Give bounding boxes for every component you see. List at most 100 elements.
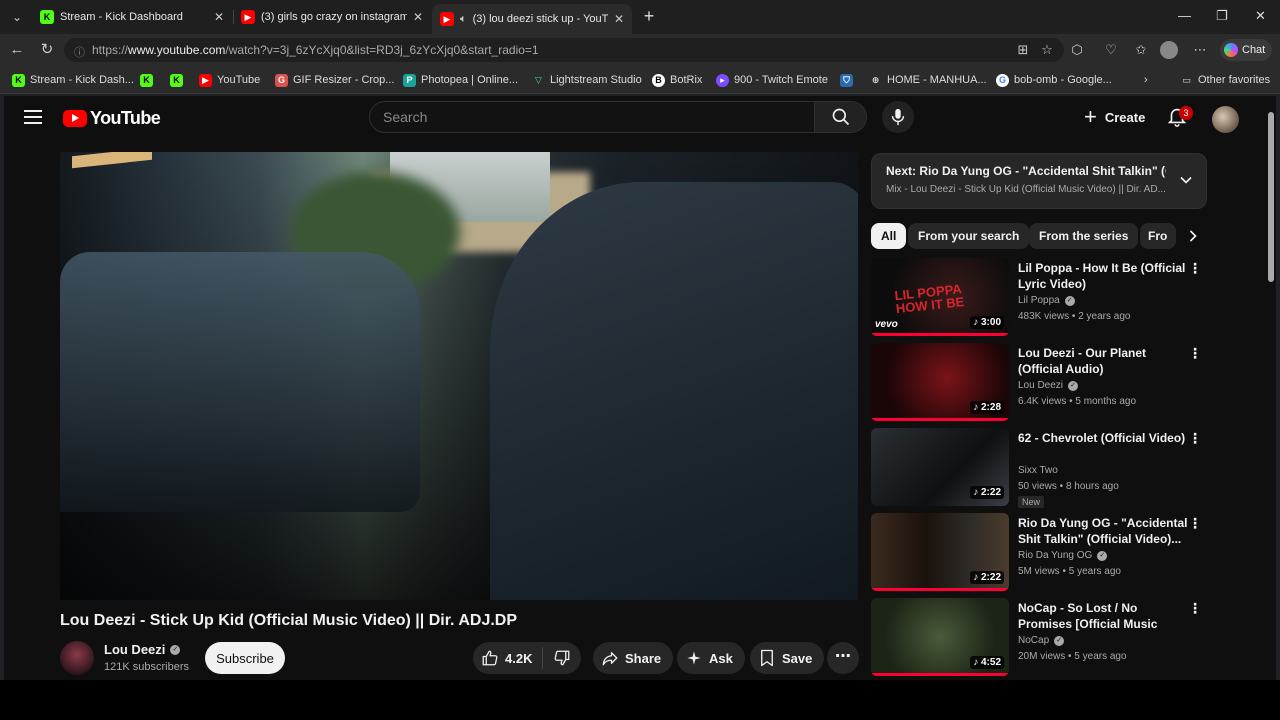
kebab-menu-icon[interactable]: ⋮ xyxy=(1187,601,1203,618)
new-tab-button[interactable]: + xyxy=(640,6,658,28)
favorites-icon[interactable]: ✩ xyxy=(1132,42,1150,58)
video-thumbnail[interactable]: ♪ 2:22 xyxy=(871,513,1009,591)
search-button[interactable] xyxy=(815,101,867,133)
user-avatar[interactable] xyxy=(1212,106,1239,133)
kick-icon: K xyxy=(12,73,25,87)
bookmark-label: Photopea | Online... xyxy=(421,74,519,86)
more-actions-button[interactable]: ⋯ xyxy=(827,642,859,674)
chevron-down-icon[interactable] xyxy=(1176,170,1196,190)
apps-icon[interactable]: ⊞ xyxy=(1014,42,1032,58)
share-button[interactable]: Share xyxy=(593,642,674,674)
duration-badge: ♪ 2:22 xyxy=(970,571,1004,584)
chip-from-your-search[interactable]: From your search xyxy=(908,223,1030,249)
kebab-menu-icon[interactable]: ⋮ xyxy=(1187,261,1203,278)
recommendation-item[interactable]: ♪ 2:28 Lou Deezi - Our Planet (Official … xyxy=(871,343,1207,423)
voice-search-button[interactable] xyxy=(882,101,914,133)
channel-name: NoCap ✓ xyxy=(1018,635,1065,646)
extensions-icon[interactable]: ⬡ xyxy=(1068,42,1086,58)
profile-avatar[interactable] xyxy=(1160,41,1178,59)
video-player[interactable] xyxy=(60,152,858,600)
chip-from-partial[interactable]: Fro xyxy=(1140,223,1176,249)
tab-lou-deezi[interactable]: ▶ 🔈︎ (3) lou deezi stick up - YouTube ✕ xyxy=(432,4,632,34)
kebab-menu-icon[interactable]: ⋮ xyxy=(1187,346,1203,363)
tab-actions-menu-button[interactable]: ⌄ xyxy=(6,6,28,28)
bookmark-google[interactable]: Gbob-omb - Google... xyxy=(996,72,1112,88)
channel-avatar[interactable] xyxy=(60,641,94,675)
subscriber-count: 121K subscribers xyxy=(104,661,189,673)
menu-icon[interactable] xyxy=(24,110,42,124)
browser-essentials-icon[interactable]: ♡ xyxy=(1102,42,1120,58)
back-icon[interactable]: ← xyxy=(7,40,27,60)
new-badge: New xyxy=(1018,496,1045,508)
recommendation-item[interactable]: LIL POPPA HOW IT BE vevo ♪ 3:00 Lil Popp… xyxy=(871,258,1207,338)
recommendation-item[interactable]: ♪ 2:22 Rio Da Yung OG - "Accidental Shit… xyxy=(871,513,1207,593)
video-meta: 483K views • 2 years ago xyxy=(1018,311,1131,322)
playlist-next-card[interactable]: Next: Rio Da Yung OG - "Accidental Shit … xyxy=(871,153,1207,209)
kebab-menu-icon[interactable]: ⋮ xyxy=(1187,431,1203,448)
close-icon[interactable]: ✕ xyxy=(413,10,423,24)
video-meta: 5M views • 5 years ago xyxy=(1018,566,1121,577)
channel-name-link[interactable]: Lou Deezi ✓ xyxy=(104,642,181,657)
minimize-icon[interactable]: — xyxy=(1178,8,1191,23)
share-icon xyxy=(601,649,619,667)
bookmark-gif-resizer[interactable]: G GIF Resizer - Crop... xyxy=(275,72,394,88)
video-thumbnail[interactable]: ♪ 4:52 xyxy=(871,598,1009,676)
ask-button[interactable]: Ask xyxy=(677,642,745,674)
subscribe-button[interactable]: Subscribe xyxy=(205,642,285,674)
bookmark-lightstream[interactable]: ▽ Lightstream Studio xyxy=(532,72,642,88)
bookmark-shield[interactable]: ⛉ xyxy=(840,72,858,88)
page-scrollbar[interactable] xyxy=(1266,96,1276,680)
tab-instagram-live[interactable]: ▶ (3) girls go crazy on instagram live ✕ xyxy=(233,4,431,30)
video-thumbnail[interactable]: ♪ 2:22 xyxy=(871,428,1009,506)
chip-all[interactable]: All xyxy=(871,223,907,249)
close-icon[interactable]: ✕ xyxy=(214,10,224,24)
video-title: Lou Deezi - Our Planet (Official Audio) xyxy=(1018,346,1147,376)
window-close-icon[interactable]: ✕ xyxy=(1255,8,1266,24)
verified-icon: ✓ xyxy=(1054,635,1065,646)
video-thumbnail[interactable]: LIL POPPA HOW IT BE vevo ♪ 3:00 xyxy=(871,258,1009,336)
favorite-star-icon[interactable]: ☆ xyxy=(1038,42,1056,58)
more-options-icon[interactable]: ⋯ xyxy=(1191,42,1209,58)
youtube-page: YouTube + Create 3 xyxy=(4,96,1276,680)
bookmark-manhua[interactable]: ⊕ HOME - MANHUA... xyxy=(869,72,987,88)
thumbs-up-icon xyxy=(482,650,498,666)
tab-kick-dashboard[interactable]: K Stream - Kick Dashboard ✕ xyxy=(32,4,232,30)
search-input[interactable] xyxy=(383,102,803,132)
recommendation-item[interactable]: ♪ 4:52 NoCap - So Lost / No Promises [Of… xyxy=(871,598,1207,678)
video-thumbnail[interactable]: ♪ 2:28 xyxy=(871,343,1009,421)
dislike-button[interactable] xyxy=(553,649,571,667)
address-bar[interactable]: ⓘ https://www.youtube.com/watch?v=3j_6zY… xyxy=(64,38,1064,62)
youtube-logo[interactable]: YouTube xyxy=(63,108,161,129)
bookmark-kick-dash[interactable]: K Stream - Kick Dash... xyxy=(12,72,134,88)
site-info-icon[interactable]: ⓘ xyxy=(74,44,86,59)
bookmark-twitch-emote[interactable]: ▸ 900 - Twitch Emote xyxy=(716,72,828,88)
watched-progress xyxy=(871,418,1009,421)
watched-progress xyxy=(871,333,1009,336)
bookmark-kick-2[interactable]: K xyxy=(170,72,188,88)
bookmark-youtube[interactable]: ▶ YouTube xyxy=(199,72,260,88)
save-button[interactable]: Save xyxy=(750,642,825,674)
bookmark-kick-1[interactable]: K xyxy=(140,72,158,88)
create-button[interactable]: + Create xyxy=(1074,101,1155,133)
scrollbar-thumb[interactable] xyxy=(1268,112,1274,282)
google-icon: G xyxy=(996,73,1009,87)
maximize-icon[interactable]: ❐ xyxy=(1216,8,1228,24)
like-button[interactable] xyxy=(481,649,499,667)
refresh-icon[interactable]: ↻ xyxy=(37,40,57,60)
kebab-menu-icon[interactable]: ⋮ xyxy=(1187,516,1203,533)
chip-from-the-series[interactable]: From the series xyxy=(1029,223,1139,249)
speaker-icon[interactable]: 🔈︎ xyxy=(460,13,467,26)
twitch-emote-icon: ▸ xyxy=(716,73,729,87)
verified-icon: ✓ xyxy=(1064,295,1075,306)
bookmark-other-favorites[interactable]: ▭ Other favorites xyxy=(1180,72,1270,88)
bookmark-photopea[interactable]: P Photopea | Online... xyxy=(403,72,518,88)
close-icon[interactable]: ✕ xyxy=(614,12,624,26)
chevron-right-icon[interactable] xyxy=(1183,226,1203,246)
bookmark-botrix[interactable]: B BotRix xyxy=(652,72,702,88)
bookmark-label: bob-omb - Google... xyxy=(1014,74,1112,86)
recommendation-item[interactable]: ♪ 2:22 62 - Chevrolet (Official Video) S… xyxy=(871,428,1207,508)
copilot-chat-button[interactable]: Chat xyxy=(1220,39,1272,61)
chevron-right-icon[interactable]: › xyxy=(1144,72,1148,88)
search-box xyxy=(369,101,815,133)
verified-icon: ✓ xyxy=(1097,550,1108,561)
